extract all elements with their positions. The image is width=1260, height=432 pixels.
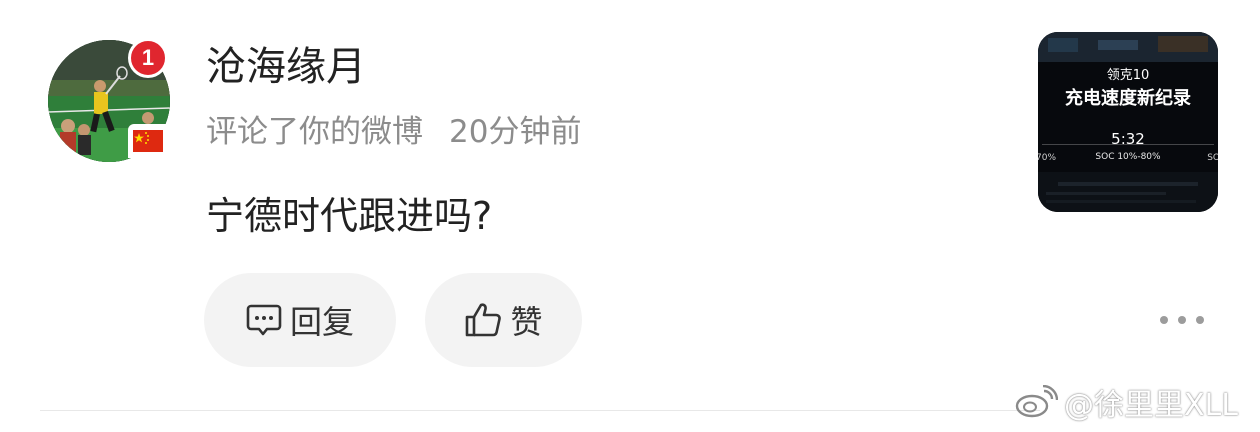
thumbnail-brand: 领克10 bbox=[1106, 68, 1150, 83]
like-label: 赞 bbox=[510, 303, 543, 341]
like-button[interactable]: 赞 bbox=[425, 273, 582, 367]
thumbnail-title: 充电速度新纪录 bbox=[1065, 88, 1191, 109]
thumbnail-time: 5:32 bbox=[1111, 130, 1145, 148]
more-dots-icon[interactable] bbox=[1160, 306, 1204, 334]
time-ago: 20分钟前 bbox=[449, 114, 582, 150]
action-text: 评论了你的微博 bbox=[206, 114, 423, 150]
watermark-text: @徐里里XLL bbox=[1064, 388, 1238, 423]
comment-notification: 1 沧海缘月 评论了你的微博 20分钟前 宁德时代跟进吗? 领克10 充电速度新… bbox=[0, 0, 1260, 432]
username[interactable]: 沧海缘月 bbox=[206, 40, 366, 94]
avatar-badge: 1 bbox=[128, 38, 168, 78]
more-dot bbox=[1196, 316, 1204, 324]
thumbnail-left-edge: 70% bbox=[1038, 153, 1057, 163]
reply-label: 回复 bbox=[289, 303, 354, 341]
comment-text: 宁德时代跟进吗? bbox=[206, 194, 493, 238]
watermark: @徐里里XLL bbox=[1014, 380, 1238, 424]
more-dot bbox=[1160, 316, 1168, 324]
reply-button[interactable]: 回复 bbox=[204, 273, 396, 367]
comment-bubble-icon bbox=[246, 303, 282, 337]
thumbs-up-icon bbox=[464, 302, 502, 338]
comment-meta: 评论了你的微博 20分钟前 bbox=[206, 110, 581, 154]
more-dot bbox=[1178, 316, 1186, 324]
post-thumbnail[interactable]: 领克10 充电速度新纪录 5:32 SOC 10%-80% 70% SO bbox=[1038, 32, 1218, 212]
china-flag-icon bbox=[128, 124, 168, 158]
thumbnail-background bbox=[1038, 32, 1218, 212]
thumbnail-divider bbox=[1042, 144, 1214, 145]
weibo-logo-icon bbox=[1014, 385, 1058, 419]
thumbnail-soc: SOC 10%-80% bbox=[1095, 152, 1161, 162]
divider bbox=[40, 410, 1040, 411]
thumbnail-right-edge: SO bbox=[1207, 153, 1218, 163]
